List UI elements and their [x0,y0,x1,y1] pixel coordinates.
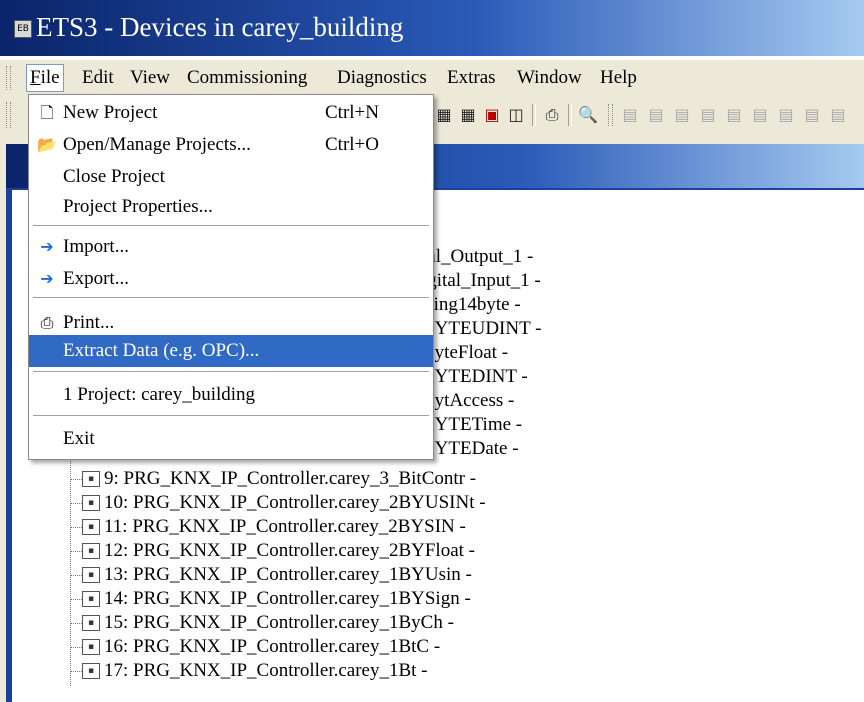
file-menu-dropdown: 🗋 New Project Ctrl+N 📂 Open/Manage Proje… [28,94,434,460]
tree-row-label: igital_Input_1 - [422,270,541,291]
toolbar-disabled-icon-6[interactable]: ▤ [750,105,770,125]
menu-edit-label: Edit [82,67,114,88]
menu-separator [33,371,429,373]
menu-edit[interactable]: Edit [80,67,116,89]
menu-item-extract-data[interactable]: Extract Data (e.g. OPC)... [29,335,433,367]
toolbar-disabled-icon-5[interactable]: ▤ [724,105,744,125]
device-icon: ▪ [82,567,100,583]
menu-separator [33,225,429,227]
device-icon: ▪ [82,639,100,655]
tree-row-label: 10: PRG_KNX_IP_Controller.carey_2BYUSINt… [104,492,486,513]
menu-commissioning[interactable]: Commissioning [185,67,309,89]
toolbar-disabled-icon-8[interactable]: ▤ [802,105,822,125]
device-icon: ▪ [82,519,100,535]
toolbar-view-icon-2[interactable]: ▦ [458,105,478,125]
menu-help[interactable]: Help [598,67,639,89]
device-icon: ▪ [82,543,100,559]
printer-icon[interactable]: ⎙ [542,105,562,125]
printer-icon: ⎙ [40,313,54,332]
menu-item-label: Print... [63,312,115,333]
menu-item-label: Extract Data (e.g. OPC)... [63,340,260,361]
device-icon: ▪ [82,663,100,679]
import-icon: ➔ [40,237,54,256]
menu-item-label: 1 Project: carey_building [63,384,256,405]
menu-item-label: Exit [63,428,95,449]
menu-item-label: Close Project [63,166,165,187]
tree-row-label: tal_Output_1 - [422,246,534,267]
menu-item-label: New Project [63,102,158,123]
tree-row-label: BytAccess - [422,390,515,411]
menu-extras-label: Extras [447,67,496,88]
tree-row-label: 15: PRG_KNX_IP_Controller.carey_1ByCh - [104,612,454,633]
tree-row-label: 12: PRG_KNX_IP_Controller.carey_2BYFloat… [104,540,476,561]
tree-row-label: BYTEDate - [422,438,519,459]
tree-row-label: BYTEUDINT - [422,318,542,339]
toolbar-view-icon-4[interactable]: ◫ [506,105,526,125]
toolbar-disabled-icon-2[interactable]: ▤ [646,105,666,125]
toolbar-disabled-icon-4[interactable]: ▤ [698,105,718,125]
device-icon: ▪ [82,591,100,607]
toolbar-view-icon-3[interactable]: ▣ [482,105,502,125]
toolbar-grip[interactable] [608,104,613,126]
menu-file-label: ile [40,67,60,88]
tree-row-label: 17: PRG_KNX_IP_Controller.carey_1Bt - [104,660,428,681]
toolbar-disabled-icon-9[interactable]: ▤ [828,105,848,125]
export-icon: ➔ [40,269,54,288]
window-title-bar[interactable]: EB ETS3 - Devices in carey_building [0,0,864,56]
ets-app-icon[interactable]: EB [14,20,32,38]
menu-diagnostics[interactable]: Diagnostics [335,67,429,89]
menu-item-export[interactable]: ➔ Export... [29,263,433,295]
menu-item-exit[interactable]: Exit [29,423,433,455]
menu-item-open-manage-projects[interactable]: 📂 Open/Manage Projects... Ctrl+O [29,129,433,161]
find-icon[interactable]: 🔍 [578,105,598,125]
menu-separator [33,297,429,299]
tree-row-label: 14: PRG_KNX_IP_Controller.carey_1BYSign … [104,588,471,609]
tree-row-label: BYTETime - [422,414,523,435]
menu-item-label: Open/Manage Projects... [63,134,251,155]
device-icon: ▪ [82,471,100,487]
toolbar-disabled-icon-7[interactable]: ▤ [776,105,796,125]
window-title: ETS3 - Devices in carey_building [36,12,404,42]
menu-window[interactable]: Window [515,67,584,89]
menu-extras[interactable]: Extras [445,67,498,89]
tree-row-label: 11: PRG_KNX_IP_Controller.carey_2BYSIN - [104,516,466,537]
menu-window-label: Window [517,67,582,88]
menu-item-project-properties[interactable]: Project Properties... [29,191,433,223]
tree-row-label: 13: PRG_KNX_IP_Controller.carey_1BYUsin … [104,564,472,585]
menu-item-label: Project Properties... [63,196,213,217]
menu-commissioning-label: Commissioning [187,67,308,88]
menubar-grip[interactable] [6,66,11,90]
device-icon: ▪ [82,615,100,631]
toolbar-view-icon-1[interactable]: ▦ [434,105,454,125]
tree-row-label: 16: PRG_KNX_IP_Controller.carey_1BtC - [104,636,441,657]
menu-view[interactable]: View [128,67,172,89]
device-icon: ▪ [82,495,100,511]
menu-item-shortcut: Ctrl+O [325,134,379,155]
toolbar-disabled-icon-3[interactable]: ▤ [672,105,692,125]
menu-help-label: Help [600,67,637,88]
open-folder-icon: 📂 [37,135,57,154]
menu-item-close-project[interactable]: Close Project [29,161,433,193]
menu-bar: File Edit View Commissioning Diagnostics… [0,60,864,97]
toolbar-grip[interactable] [6,102,11,128]
tree-row-label: tring14byte - [422,294,521,315]
toolbar-disabled-icon-1[interactable]: ▤ [620,105,640,125]
new-document-icon: 🗋 [40,103,54,122]
menu-item-import[interactable]: ➔ Import... [29,231,433,263]
menu-item-shortcut: Ctrl+N [325,102,379,123]
menu-item-recent-project[interactable]: 1 Project: carey_building [29,379,433,411]
menu-item-label: Export... [63,268,129,289]
menu-item-new-project[interactable]: 🗋 New Project Ctrl+N [29,97,433,129]
toolbar-separator [532,104,536,126]
menu-view-label: View [130,67,171,88]
toolbar-separator [568,104,572,126]
menu-file-accel: F [30,67,41,88]
menu-separator [33,415,429,417]
tree-row-label: BYTEDINT - [422,366,528,387]
menu-file[interactable]: File [26,64,64,92]
menu-diagnostics-label: Diagnostics [337,67,427,88]
tree-row-label: 9: PRG_KNX_IP_Controller.carey_3_BitCont… [104,468,477,489]
tree-row-label: ByteFloat - [422,342,509,363]
menu-item-label: Import... [63,236,129,257]
